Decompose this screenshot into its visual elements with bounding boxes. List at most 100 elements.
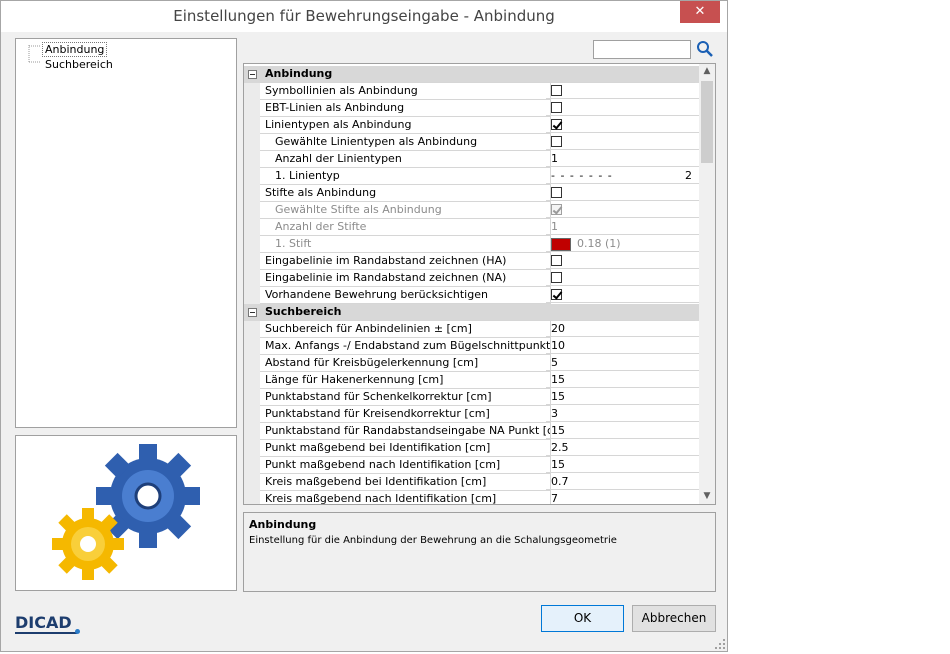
row-gutter <box>244 287 260 304</box>
checkbox[interactable] <box>551 187 562 198</box>
close-button[interactable]: ✕ <box>680 1 720 23</box>
property-row[interactable]: EBT-Linien als Anbindung <box>244 100 700 117</box>
row-gutter <box>244 304 260 321</box>
category-row[interactable]: Anbindung <box>244 66 700 83</box>
collapse-icon[interactable] <box>248 308 257 317</box>
property-label: Vorhandene Bewehrung berücksichtigen <box>260 287 551 304</box>
settings-dialog: Einstellungen für Bewehrungseingabe - An… <box>0 0 728 652</box>
property-row[interactable]: Eingabelinie im Randabstand zeichnen (NA… <box>244 270 700 287</box>
row-gutter <box>244 151 260 168</box>
gears-icon <box>52 444 200 580</box>
property-value[interactable]: - - - - - - - 2 <box>546 168 700 184</box>
property-value[interactable]: 15 <box>546 423 700 439</box>
property-row[interactable]: Eingabelinie im Randabstand zeichnen (HA… <box>244 253 700 270</box>
resize-grip-icon[interactable] <box>715 639 725 649</box>
property-label: Punkt maßgebend nach Identifikation [cm] <box>260 457 551 474</box>
vertical-scrollbar[interactable]: ▲ ▼ <box>699 64 715 504</box>
property-row[interactable]: Suchbereich für Anbindelinien ± [cm] 20 <box>244 321 700 338</box>
property-value[interactable] <box>546 117 700 133</box>
row-gutter <box>244 491 260 504</box>
logo-dot <box>75 629 80 634</box>
description-text: Einstellung für die Anbindung der Bewehr… <box>249 535 617 546</box>
checkbox[interactable] <box>551 102 562 113</box>
row-gutter <box>244 423 260 440</box>
property-value[interactable]: 5 <box>546 355 700 371</box>
property-label: Stifte als Anbindung <box>260 185 551 202</box>
checkbox[interactable] <box>551 85 562 96</box>
property-value[interactable]: 2.5 <box>546 440 700 456</box>
property-row[interactable]: Stifte als Anbindung <box>244 185 700 202</box>
property-row[interactable]: Punktabstand für Randabstandseingabe NA … <box>244 423 700 440</box>
tree-item-anbindung[interactable]: Anbindung <box>42 42 108 57</box>
property-value[interactable]: 15 <box>546 389 700 405</box>
search-input[interactable] <box>593 40 691 59</box>
property-row[interactable]: Kreis maßgebend nach Identifikation [cm]… <box>244 491 700 504</box>
property-label: 1. Linientyp <box>260 168 551 185</box>
dicad-logo: DICAD <box>15 613 80 634</box>
cancel-button[interactable]: Abbrechen <box>632 605 716 632</box>
property-row[interactable]: Gewählte Linientypen als Anbindung <box>244 134 700 151</box>
checkbox[interactable] <box>551 289 562 300</box>
property-value[interactable]: 3 <box>546 406 700 422</box>
property-value[interactable] <box>546 83 700 99</box>
property-value[interactable]: 10 <box>546 338 700 354</box>
description-panel: Anbindung Einstellung für die Anbindung … <box>243 512 716 592</box>
collapse-icon[interactable] <box>248 70 257 79</box>
checkbox[interactable] <box>551 255 562 266</box>
row-gutter <box>244 134 260 151</box>
tree-item-suchbereich[interactable]: Suchbereich <box>42 58 116 71</box>
row-gutter <box>244 355 260 372</box>
property-label: EBT-Linien als Anbindung <box>260 100 551 117</box>
property-value[interactable]: 15 <box>546 372 700 388</box>
property-value[interactable] <box>546 134 700 150</box>
property-label: Abstand für Kreisbügelerkennung [cm] <box>260 355 551 372</box>
property-value[interactable]: 20 <box>546 321 700 337</box>
scroll-down-icon[interactable]: ▼ <box>699 489 715 504</box>
row-gutter <box>244 372 260 389</box>
property-row[interactable]: 1. Stift 0.18 (1) <box>244 236 700 253</box>
property-value[interactable]: 7 <box>546 491 700 504</box>
property-row[interactable]: Punkt maßgebend bei Identifikation [cm] 2… <box>244 440 700 457</box>
scroll-up-icon[interactable]: ▲ <box>699 64 715 79</box>
property-label: Punktabstand für Kreisendkorrektur [cm] <box>260 406 551 423</box>
property-value[interactable]: 0.7 <box>546 474 700 490</box>
checkbox[interactable] <box>551 272 562 283</box>
property-row[interactable]: Anzahl der Stifte 1 <box>244 219 700 236</box>
checkbox[interactable] <box>551 136 562 147</box>
property-label: Länge für Hakenerkennung [cm] <box>260 372 551 389</box>
checkbox[interactable] <box>551 119 562 130</box>
category-row[interactable]: Suchbereich <box>244 304 700 321</box>
property-label: Anzahl der Stifte <box>260 219 551 236</box>
property-row[interactable]: 1. Linientyp - - - - - - - 2 <box>244 168 700 185</box>
row-gutter <box>244 100 260 117</box>
property-row[interactable]: Abstand für Kreisbügelerkennung [cm] 5 <box>244 355 700 372</box>
property-value: 1 <box>546 219 700 235</box>
linetype-dash-preview: - - - - - - - <box>551 169 613 182</box>
property-value[interactable] <box>546 287 700 303</box>
property-row[interactable]: Punktabstand für Schenkelkorrektur [cm] 1… <box>244 389 700 406</box>
property-value[interactable] <box>546 185 700 201</box>
property-value[interactable] <box>546 253 700 269</box>
property-row[interactable]: Punkt maßgebend nach Identifikation [cm]… <box>244 457 700 474</box>
property-label: Eingabelinie im Randabstand zeichnen (NA… <box>260 270 551 287</box>
property-row[interactable]: Linientypen als Anbindung <box>244 117 700 134</box>
ok-button[interactable]: OK <box>541 605 624 632</box>
property-row[interactable]: Kreis maßgebend bei Identifikation [cm] 0… <box>244 474 700 491</box>
property-row[interactable]: Länge für Hakenerkennung [cm] 15 <box>244 372 700 389</box>
property-row[interactable]: Symbollinien als Anbindung <box>244 83 700 100</box>
search-icon[interactable] <box>696 40 714 58</box>
property-label: 1. Stift <box>260 236 551 253</box>
property-value[interactable]: 15 <box>546 457 700 473</box>
row-gutter <box>244 117 260 134</box>
scroll-thumb[interactable] <box>701 81 713 163</box>
property-row[interactable]: Max. Anfangs -/ Endabstand zum Bügelschn… <box>244 338 700 355</box>
row-gutter <box>244 474 260 491</box>
property-value[interactable]: 1 <box>546 151 700 167</box>
property-row[interactable]: Gewählte Stifte als Anbindung <box>244 202 700 219</box>
property-row[interactable]: Punktabstand für Kreisendkorrektur [cm] 3 <box>244 406 700 423</box>
property-row[interactable]: Anzahl der Linientypen 1 <box>244 151 700 168</box>
property-value[interactable] <box>546 270 700 286</box>
property-row[interactable]: Vorhandene Bewehrung berücksichtigen <box>244 287 700 304</box>
window-title: Einstellungen für Bewehrungseingabe - An… <box>173 7 555 25</box>
property-value[interactable] <box>546 100 700 116</box>
